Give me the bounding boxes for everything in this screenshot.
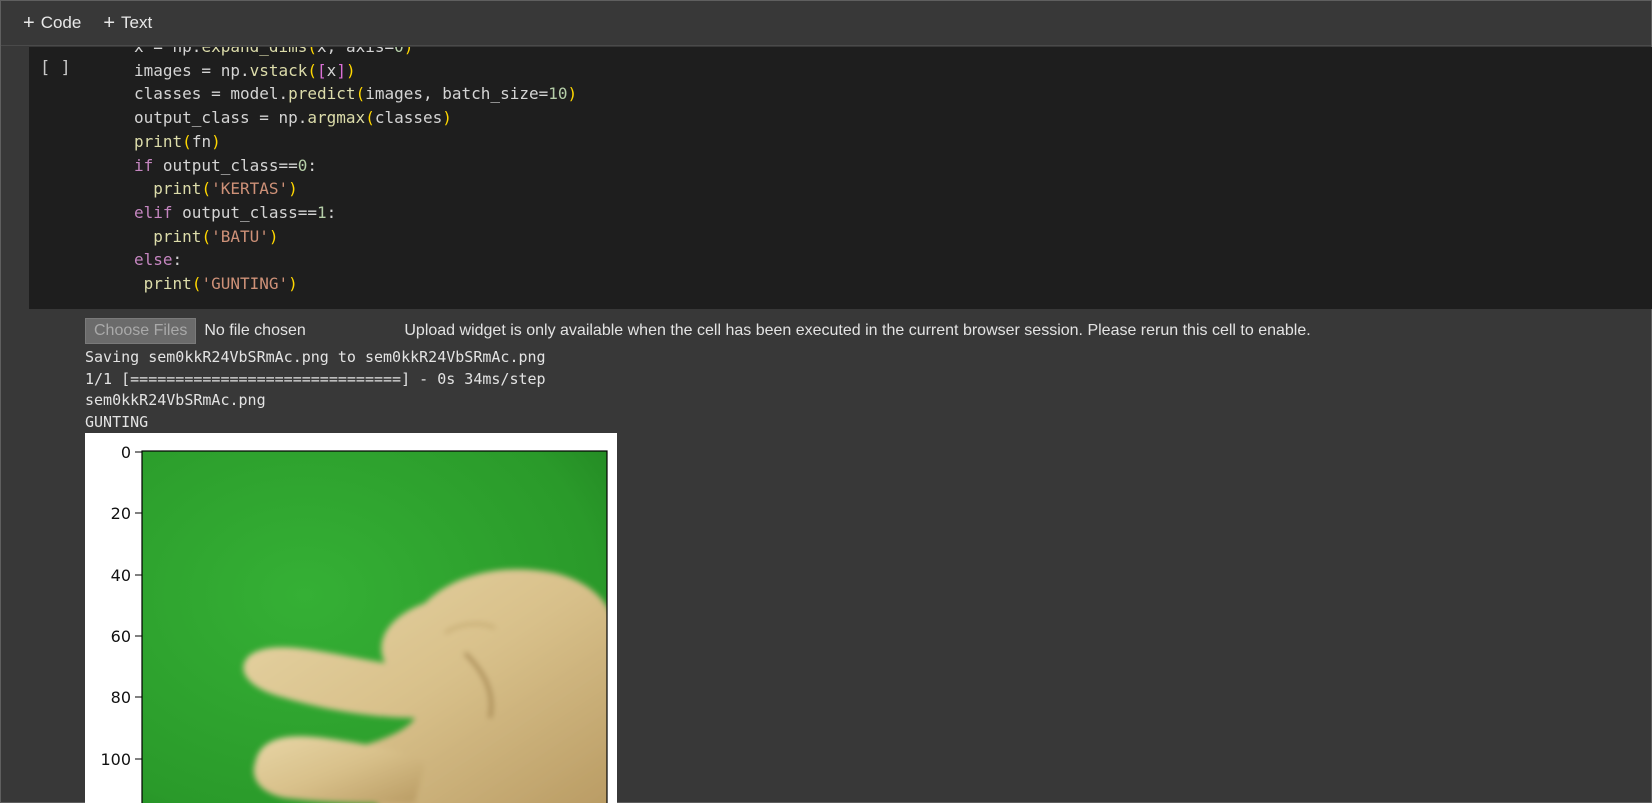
y-tick-label: 40 [111, 566, 131, 585]
add-text-label: Text [121, 13, 153, 32]
upload-widget: Choose Files No file chosen Upload widge… [85, 318, 1645, 344]
code-cell[interactable]: x = np.expand_dims(x, axis=0) images = n… [29, 47, 1652, 309]
run-cell-button[interactable]: [ ] [40, 58, 71, 78]
stdout-line: GUNTING [85, 412, 149, 431]
y-tick-label: 80 [111, 688, 131, 707]
stdout-line: Saving sem0kkR24VbSRmAc.png to sem0kkR24… [85, 348, 546, 366]
notebook-toolbar: + Code + Text [1, 1, 1651, 46]
code-line: images = np.vstack([x]) [134, 60, 356, 80]
y-axis: 0 20 40 60 80 100 [100, 443, 142, 769]
code-line: print('GUNTING') [143, 274, 298, 294]
stdout-line: sem0kkR24VbSRmAc.png [85, 391, 266, 409]
add-code-label: Code [40, 13, 82, 32]
y-tick-label: 100 [100, 750, 131, 769]
plot-svg: 0 20 40 60 80 100 [100, 443, 608, 803]
add-code-button[interactable]: + Code [23, 13, 81, 33]
y-tick-label: 20 [111, 504, 131, 523]
code-line: print('KERTAS') [153, 179, 298, 199]
code-line: classes = model.predict(images, batch_si… [134, 84, 578, 104]
plus-icon: + [103, 12, 116, 34]
cell-output: Choose Files No file chosen Upload widge… [85, 318, 1645, 433]
code-line: if output_class==0: [134, 155, 318, 175]
stdout-text: Saving sem0kkR24VbSRmAc.png to sem0kkR24… [85, 347, 1645, 433]
no-file-text: No file chosen [204, 322, 306, 339]
plus-icon: + [23, 12, 35, 34]
add-text-button[interactable]: + Text [103, 13, 152, 33]
output-plot: 0 20 40 60 80 100 [85, 433, 617, 803]
y-tick-label: 60 [111, 627, 131, 646]
code-line: output_class = np.argmax(classes) [134, 108, 452, 128]
code-line: elif output_class==1: [134, 202, 337, 222]
y-tick-label: 0 [121, 443, 131, 462]
stdout-line: 1/1 [==============================] - 0… [85, 369, 546, 388]
code-line: x = np.expand_dims(x, axis=0) [134, 47, 413, 56]
image-area [141, 450, 608, 803]
code-line: print('BATU') [153, 226, 279, 246]
choose-files-button[interactable]: Choose Files [85, 318, 197, 344]
code-line: else: [134, 250, 183, 270]
upload-message: Upload widget is only available when the… [404, 322, 1311, 339]
code-editor[interactable]: x = np.expand_dims(x, axis=0) images = n… [134, 47, 577, 296]
code-line: print(fn) [134, 131, 221, 151]
